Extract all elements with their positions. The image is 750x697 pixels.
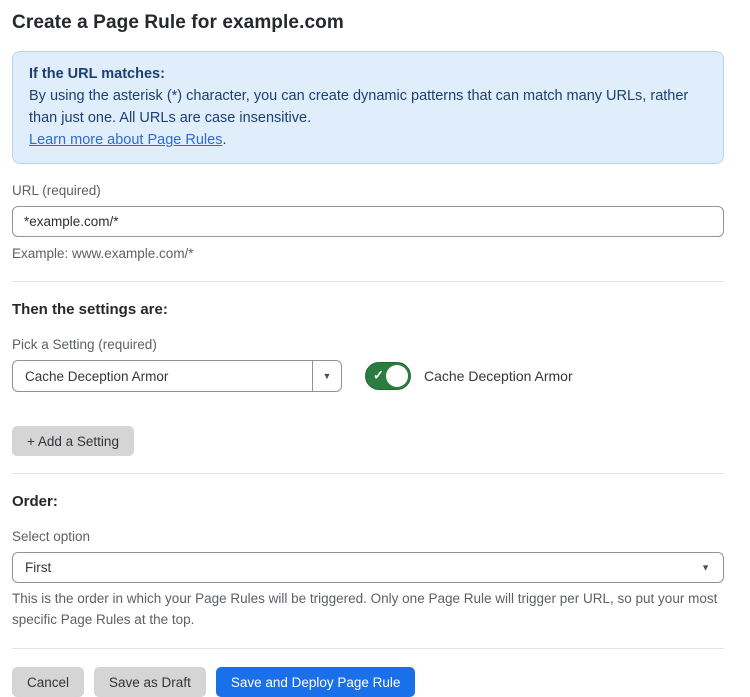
info-box-body: By using the asterisk (*) character, you… [29, 85, 707, 151]
pick-setting-label: Pick a Setting (required) [12, 337, 724, 352]
url-example-helper: Example: www.example.com/* [12, 244, 724, 264]
settings-section-heading: Then the settings are: [12, 301, 724, 318]
divider [12, 648, 724, 649]
setting-select[interactable]: Cache Deception Armor ▼ [12, 360, 342, 392]
divider [12, 473, 724, 474]
setting-toggle-label: Cache Deception Armor [424, 368, 573, 384]
url-field-label: URL (required) [12, 183, 724, 198]
page-title: Create a Page Rule for example.com [12, 12, 724, 34]
order-select-value: First [13, 553, 723, 582]
order-section-heading: Order: [12, 493, 724, 510]
divider [12, 281, 724, 282]
order-helper-text: This is the order in which your Page Rul… [12, 589, 724, 631]
setting-toggle[interactable]: ✓ [365, 362, 411, 390]
link-period: . [222, 132, 226, 148]
order-select-label: Select option [12, 529, 724, 544]
chevron-down-icon: ▼ [701, 563, 710, 572]
info-box-body-text: By using the asterisk (*) character, you… [29, 88, 688, 126]
chevron-down-icon: ▼ [323, 372, 332, 381]
order-select[interactable]: First ▼ [12, 552, 724, 583]
setting-select-value: Cache Deception Armor [13, 361, 312, 391]
url-input[interactable] [12, 206, 724, 237]
info-box-heading: If the URL matches: [29, 63, 707, 85]
footer-button-row: Cancel Save as Draft Save and Deploy Pag… [12, 667, 724, 697]
add-setting-button[interactable]: + Add a Setting [12, 426, 134, 456]
create-page-rule-panel: Create a Page Rule for example.com If th… [0, 0, 737, 697]
check-icon: ✓ [373, 368, 384, 384]
save-as-draft-button[interactable]: Save as Draft [94, 667, 206, 697]
toggle-knob [386, 365, 408, 387]
setting-row: Cache Deception Armor ▼ ✓ Cache Deceptio… [12, 360, 724, 392]
setting-select-arrow-button[interactable]: ▼ [312, 361, 341, 391]
url-matches-info-box: If the URL matches: By using the asteris… [12, 51, 724, 164]
learn-more-link[interactable]: Learn more about Page Rules [29, 132, 222, 148]
save-and-deploy-button[interactable]: Save and Deploy Page Rule [216, 667, 416, 697]
cancel-button[interactable]: Cancel [12, 667, 84, 697]
